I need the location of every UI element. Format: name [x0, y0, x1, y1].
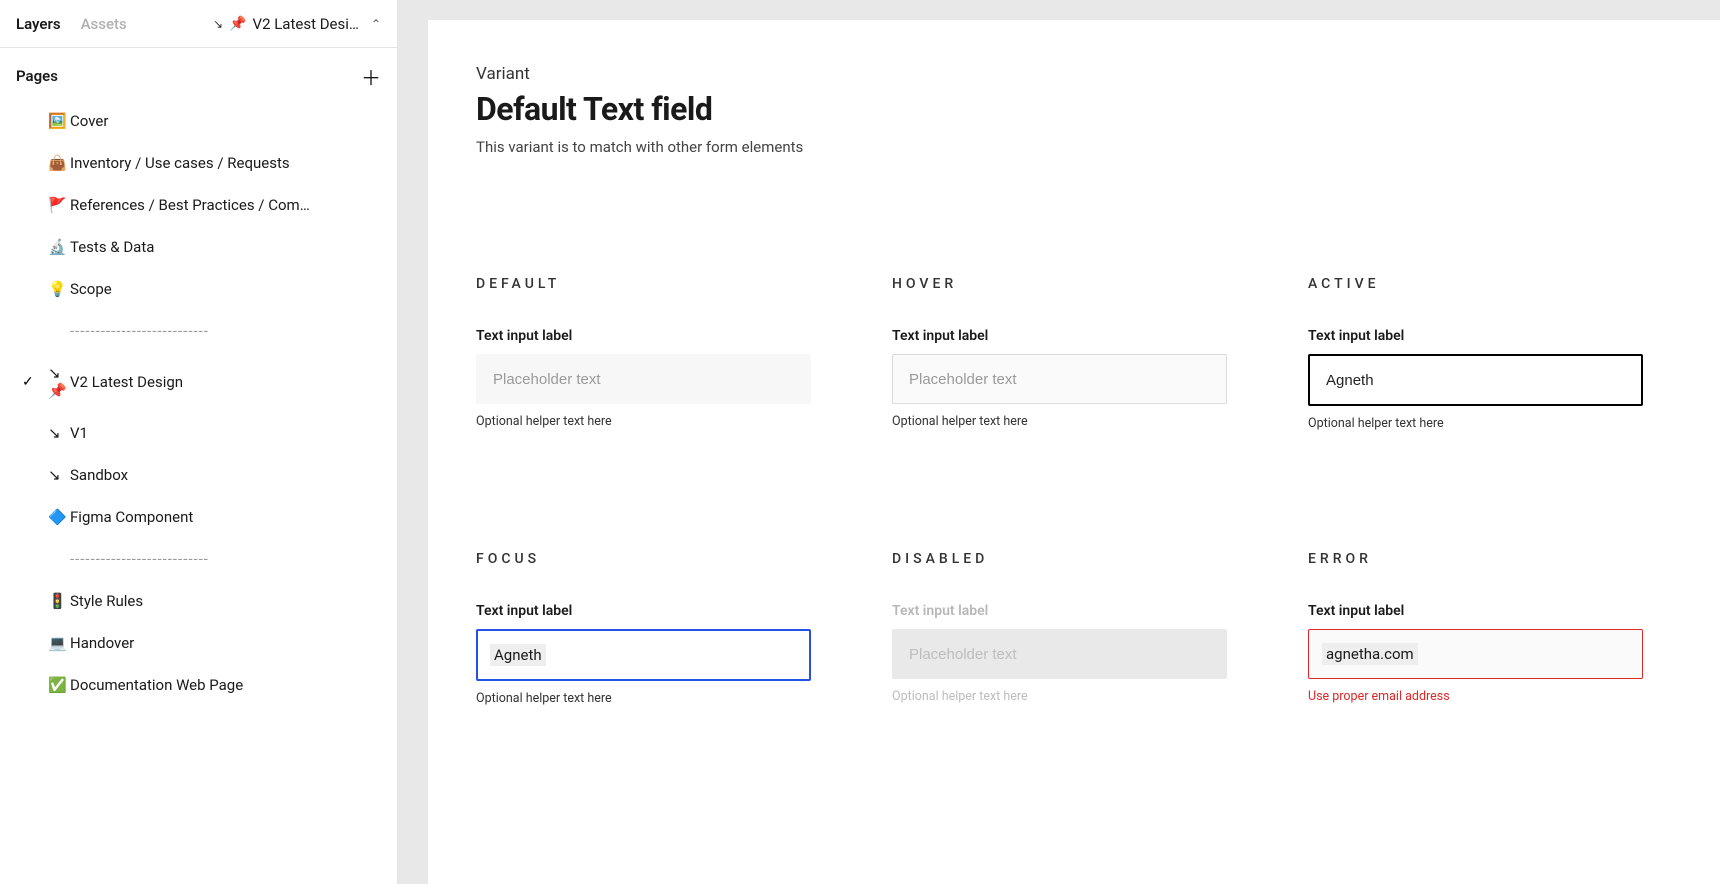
panel-tabs: Layers Assets ↘ 📌 V2 Latest Desi… ⌃ [0, 0, 397, 48]
page-icon: 💡 [48, 280, 70, 298]
page-label: --------------------------- [70, 550, 209, 568]
page-label: Inventory / Use cases / Requests [70, 154, 290, 172]
page-label: Handover [70, 634, 134, 652]
page-item[interactable]: ↘Sandbox [0, 454, 397, 496]
page-item[interactable]: 🚩References / Best Practices / Com… [0, 184, 397, 226]
page-icon: 🖼️ [48, 112, 70, 130]
artboard[interactable]: Variant Default Text field This variant … [428, 20, 1720, 884]
helper-text-error: Use proper email address [1308, 689, 1718, 704]
page-icon: 👜 [48, 154, 70, 172]
variant-title: Default Text field [476, 90, 1680, 128]
page-item[interactable]: ↘V1 [0, 412, 397, 454]
helper-text: Optional helper text here [892, 414, 1302, 429]
state-hover: HOVER Text input label Optional helper t… [892, 276, 1302, 431]
add-page-button[interactable]: ＋ [361, 66, 381, 86]
page-label: Tests & Data [70, 238, 154, 256]
page-label: Sandbox [70, 466, 128, 484]
page-label: Style Rules [70, 592, 143, 610]
page-icon: 🚦 [48, 592, 70, 610]
helper-text: Optional helper text here [476, 691, 886, 706]
page-item[interactable]: 🖼️Cover [0, 100, 397, 142]
state-heading: ACTIVE [1308, 276, 1718, 292]
variant-description: This variant is to match with other form… [476, 138, 1680, 156]
canvas[interactable]: Variant Default Text field This variant … [398, 0, 1720, 884]
variant-eyebrow: Variant [476, 64, 1680, 84]
field-label: Text input label [476, 328, 886, 344]
state-heading: HOVER [892, 276, 1302, 292]
state-error: ERROR Text input label agnetha.com Use p… [1308, 551, 1718, 706]
field-label: Text input label [1308, 603, 1718, 619]
page-item[interactable]: ✅Documentation Web Page [0, 664, 397, 706]
text-input-focus[interactable] [476, 629, 811, 681]
pages-header: Pages ＋ [0, 48, 397, 96]
page-label: Scope [70, 280, 112, 298]
field-label: Text input label [892, 603, 1302, 619]
state-heading: ERROR [1308, 551, 1718, 567]
state-disabled: DISABLED Text input label Optional helpe… [892, 551, 1302, 706]
page-selector-label: V2 Latest Desi… [253, 15, 359, 33]
page-icon: 🔷 [48, 508, 70, 526]
page-icon: 🔬 [48, 238, 70, 256]
text-input-default[interactable] [476, 354, 811, 404]
page-label: --------------------------- [70, 322, 209, 340]
page-icon: ↘ [48, 466, 70, 484]
page-divider: --------------------------- [0, 310, 397, 352]
page-icon: ↘ 📌 [48, 364, 70, 400]
field-label: Text input label [476, 603, 886, 619]
page-label: References / Best Practices / Com… [70, 196, 310, 214]
chevron-up-icon: ⌃ [371, 17, 381, 31]
text-input-hover[interactable] [892, 354, 1227, 404]
page-item[interactable]: 🔬Tests & Data [0, 226, 397, 268]
page-label: V1 [70, 424, 88, 442]
page-label: Documentation Web Page [70, 676, 243, 694]
state-focus: FOCUS Text input label Agneth Optional h… [476, 551, 886, 706]
page-divider: --------------------------- [0, 538, 397, 580]
pin-icon: 📌 [229, 16, 246, 32]
tab-layers[interactable]: Layers [16, 15, 61, 33]
page-icon: ↘ [48, 424, 70, 442]
page-item[interactable]: 🔷Figma Component [0, 496, 397, 538]
helper-text: Optional helper text here [892, 689, 1302, 704]
helper-text: Optional helper text here [476, 414, 886, 429]
state-heading: DISABLED [892, 551, 1302, 567]
page-list: 🖼️Cover👜Inventory / Use cases / Requests… [0, 96, 397, 710]
page-icon: ✅ [48, 676, 70, 694]
page-label: Figma Component [70, 508, 193, 526]
tab-assets[interactable]: Assets [81, 15, 127, 33]
states-grid: DEFAULT Text input label Optional helper… [476, 276, 1680, 706]
page-item[interactable]: 🚦Style Rules [0, 580, 397, 622]
page-selector[interactable]: ↘ 📌 V2 Latest Desi… ⌃ [213, 15, 381, 33]
text-input-error[interactable] [1308, 629, 1643, 679]
field-label: Text input label [1308, 328, 1718, 344]
field-label: Text input label [892, 328, 1302, 344]
pages-heading: Pages [16, 67, 58, 85]
state-active: ACTIVE Text input label Optional helper … [1308, 276, 1718, 431]
page-item[interactable]: ↘ 📌V2 Latest Design [0, 352, 397, 412]
arrow-down-right-icon: ↘ [213, 17, 223, 31]
page-item[interactable]: 💡Scope [0, 268, 397, 310]
layers-panel: Layers Assets ↘ 📌 V2 Latest Desi… ⌃ Page… [0, 0, 398, 884]
page-icon: 🚩 [48, 196, 70, 214]
state-default: DEFAULT Text input label Optional helper… [476, 276, 886, 431]
page-label: Cover [70, 112, 108, 130]
page-item[interactable]: 👜Inventory / Use cases / Requests [0, 142, 397, 184]
text-input-disabled [892, 629, 1227, 679]
helper-text: Optional helper text here [1308, 416, 1718, 431]
state-heading: FOCUS [476, 551, 886, 567]
page-item[interactable]: 💻Handover [0, 622, 397, 664]
state-heading: DEFAULT [476, 276, 886, 292]
page-label: V2 Latest Design [70, 373, 183, 391]
text-input-active[interactable] [1308, 354, 1643, 406]
page-icon: 💻 [48, 634, 70, 652]
